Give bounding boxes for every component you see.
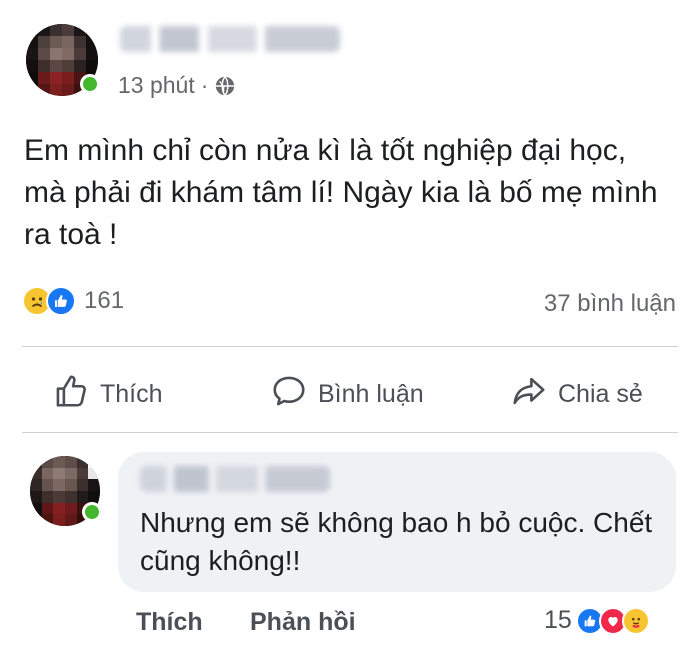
comment-reaction-count: 15 [544,606,572,634]
like-button-label: Thích [100,380,163,408]
share-arrow-icon [510,372,548,417]
comment-button-label: Bình luận [318,380,424,408]
globe-icon[interactable] [214,75,236,97]
post-body-text: Em mình chỉ còn nửa kì là tốt nghiệp đại… [24,134,658,251]
comment-count-link[interactable]: 37 bình luận [544,290,676,318]
share-button-label: Chia sẻ [558,380,643,408]
comment-bubble-icon [270,372,308,417]
post-meta: 13 phút · [118,72,236,99]
like-icon [46,286,76,316]
reaction-count: 161 [84,287,125,314]
thumbs-up-icon [52,372,90,417]
care-icon [621,606,650,635]
post-author-avatar[interactable] [26,24,100,96]
meta-separator: · [200,72,209,98]
comment-reactions-summary[interactable]: 15 [544,606,650,635]
share-button[interactable]: Chia sẻ [510,372,643,417]
like-button[interactable]: Thích [52,372,163,417]
post-author-name-blurred[interactable] [120,26,340,52]
commenter-avatar[interactable] [30,456,102,526]
divider [22,346,678,347]
post-timestamp[interactable]: 13 phút [118,72,195,99]
divider [22,432,678,433]
post-reactions-summary[interactable]: 161 [22,286,124,316]
commenter-name-blurred[interactable] [140,466,330,492]
comment-button[interactable]: Bình luận [270,372,424,417]
online-status-dot [80,74,100,94]
online-status-dot [82,502,102,522]
comment-reply-link[interactable]: Phản hồi [250,608,356,637]
comment-like-link[interactable]: Thích [136,608,203,637]
comment-text: Nhưng em sẽ không bao h bỏ cuộc. Chết cũ… [140,507,653,576]
